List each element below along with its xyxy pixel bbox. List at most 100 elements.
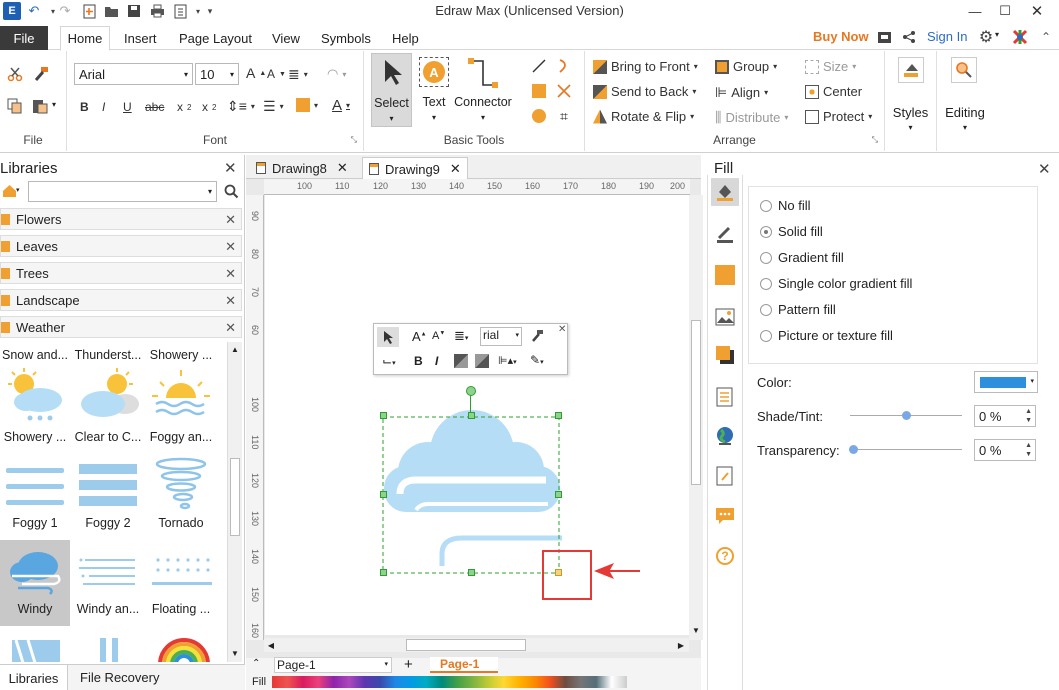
- send-to-back-button[interactable]: Send to Back ▾: [593, 84, 696, 99]
- decrease-font-button[interactable]: A▼: [432, 330, 445, 342]
- superscript-button[interactable]: x2: [202, 100, 216, 114]
- cart-icon[interactable]: [876, 29, 892, 45]
- mini-font-select[interactable]: rial ▾: [480, 327, 522, 346]
- attachment-icon[interactable]: [711, 462, 739, 490]
- gear-icon[interactable]: ⚙: [977, 28, 995, 46]
- poles-shape-icon[interactable]: [82, 634, 142, 662]
- text-align-icon[interactable]: ≣▾: [288, 66, 308, 83]
- resize-handle[interactable]: [468, 412, 475, 419]
- resize-handle[interactable]: [380, 412, 387, 419]
- line-style-icon[interactable]: [711, 220, 739, 248]
- cross-point-icon[interactable]: [555, 82, 573, 100]
- scroll-up-icon[interactable]: ▲: [228, 342, 242, 356]
- picture-fill-option[interactable]: Picture or texture fill: [760, 328, 893, 343]
- subscript-button[interactable]: x2: [177, 100, 191, 114]
- text-tool-button[interactable]: A Text ▾: [416, 53, 452, 127]
- paste-icon[interactable]: [30, 97, 52, 115]
- center-button[interactable]: Center: [805, 84, 862, 99]
- underline-button[interactable]: U: [123, 100, 132, 114]
- library-category[interactable]: Trees ✕: [0, 262, 242, 284]
- size-button[interactable]: Size ▾: [805, 59, 856, 74]
- group-button[interactable]: Group ▾: [715, 59, 777, 74]
- align-icon[interactable]: ⊫▴▾: [498, 354, 517, 367]
- comment-icon[interactable]: [711, 502, 739, 530]
- color-picker[interactable]: ▾: [974, 371, 1038, 393]
- select-tool-button[interactable]: Select ▾: [371, 53, 412, 127]
- minimize-icon[interactable]: —: [960, 0, 990, 22]
- bold-button[interactable]: B: [414, 354, 423, 368]
- shape-item[interactable]: Floating ...: [142, 540, 220, 626]
- active-page-tab[interactable]: Page-1: [430, 657, 498, 673]
- page-properties-icon[interactable]: [711, 383, 739, 411]
- bullets-icon[interactable]: ☰ ▾: [263, 98, 284, 115]
- canvas-horizontal-scrollbar[interactable]: ◀ ▶: [264, 638, 689, 652]
- close-icon[interactable]: ✕: [225, 320, 236, 336]
- buy-now-link[interactable]: Buy Now: [813, 29, 869, 44]
- font-color-icon[interactable]: A ▾: [332, 97, 350, 114]
- rectangle-icon[interactable]: [530, 82, 548, 100]
- resize-handle[interactable]: [468, 569, 475, 576]
- sign-in-link[interactable]: Sign In: [927, 29, 967, 44]
- bring-to-front-button[interactable]: Bring to Front ▾: [593, 59, 698, 74]
- distribute-button[interactable]: ⫼ Distribute ▾: [715, 109, 788, 126]
- italic-button[interactable]: I: [102, 100, 105, 114]
- globe-icon[interactable]: [711, 422, 739, 450]
- close-icon[interactable]: ✕: [1022, 0, 1052, 22]
- protect-button[interactable]: Protect ▾: [805, 109, 872, 124]
- collapse-ribbon-icon[interactable]: ⌃: [1037, 28, 1055, 46]
- crop-icon[interactable]: ⌗: [555, 107, 573, 125]
- transparency-slider-thumb[interactable]: [849, 445, 858, 454]
- transparency-slider-track[interactable]: [850, 449, 962, 450]
- fill-icon[interactable]: [711, 178, 739, 206]
- text-background-icon[interactable]: ▾: [296, 98, 318, 112]
- connector-tool-button[interactable]: Connector ▾: [452, 53, 514, 127]
- text-arc-icon[interactable]: ◠ ▾: [327, 66, 346, 82]
- color-logo-icon[interactable]: [1011, 28, 1029, 46]
- help-icon[interactable]: ?: [711, 542, 739, 570]
- shade-slider-thumb[interactable]: [902, 411, 911, 420]
- paste-dropdown-icon[interactable]: ▾: [52, 100, 56, 109]
- resize-handle[interactable]: [555, 491, 562, 498]
- library-search-input[interactable]: ▾: [28, 181, 217, 202]
- page-select[interactable]: Page-1 ▾: [274, 657, 392, 673]
- scrollbar-thumb[interactable]: [691, 320, 701, 485]
- gallery-scrollbar[interactable]: ▲ ▼: [227, 342, 242, 662]
- tab-view[interactable]: View: [270, 26, 302, 51]
- scroll-down-icon[interactable]: ▼: [689, 623, 703, 637]
- no-fill-option[interactable]: No fill: [760, 198, 811, 213]
- shape-item[interactable]: Showery ...: [0, 368, 74, 454]
- file-tab[interactable]: File: [0, 26, 48, 50]
- tab-libraries[interactable]: Libraries: [0, 665, 68, 690]
- text-align-icon[interactable]: ≣▾: [454, 328, 468, 344]
- strikethrough-button[interactable]: abc: [145, 100, 164, 114]
- expand-pages-icon[interactable]: ⌃: [252, 658, 260, 669]
- shade-input[interactable]: 0 % ▲ ▼: [974, 405, 1036, 427]
- shape-item[interactable]: Foggy 2: [69, 454, 147, 540]
- library-category[interactable]: Weather ✕: [0, 316, 242, 338]
- tab-file-recovery[interactable]: File Recovery: [80, 670, 159, 685]
- lighthouse-shape-icon[interactable]: [6, 634, 66, 662]
- library-category[interactable]: Landscape ✕: [0, 289, 242, 311]
- gradient-fill-option[interactable]: Gradient fill: [760, 250, 844, 265]
- close-icon[interactable]: ✕: [558, 324, 566, 335]
- tab-help[interactable]: Help: [390, 26, 421, 51]
- document-tab-drawing8[interactable]: Drawing8 ✕: [250, 157, 354, 179]
- add-page-button[interactable]: +: [404, 656, 413, 673]
- cut-icon[interactable]: [6, 65, 24, 83]
- tab-insert[interactable]: Insert: [122, 26, 159, 51]
- bold-button[interactable]: B: [80, 100, 89, 114]
- close-icon[interactable]: ✕: [225, 239, 236, 255]
- send-to-back-icon[interactable]: [474, 353, 490, 369]
- format-painter-icon[interactable]: [32, 65, 50, 83]
- document-tab-drawing9[interactable]: Drawing9 ✕: [362, 157, 468, 180]
- library-category[interactable]: Flowers ✕: [0, 208, 242, 230]
- scroll-right-icon[interactable]: ▶: [674, 638, 688, 652]
- increase-font-button[interactable]: A▲: [246, 65, 266, 81]
- resize-handle[interactable]: [380, 569, 387, 576]
- solid-fill-option[interactable]: Solid fill: [760, 224, 823, 239]
- resize-handle[interactable]: [555, 412, 562, 419]
- connector-style-icon[interactable]: ⌙▾: [382, 354, 396, 368]
- shape-style-icon[interactable]: [711, 261, 739, 289]
- close-icon[interactable]: ✕: [225, 266, 236, 282]
- align-button[interactable]: ⊫ Align ▾: [715, 84, 768, 101]
